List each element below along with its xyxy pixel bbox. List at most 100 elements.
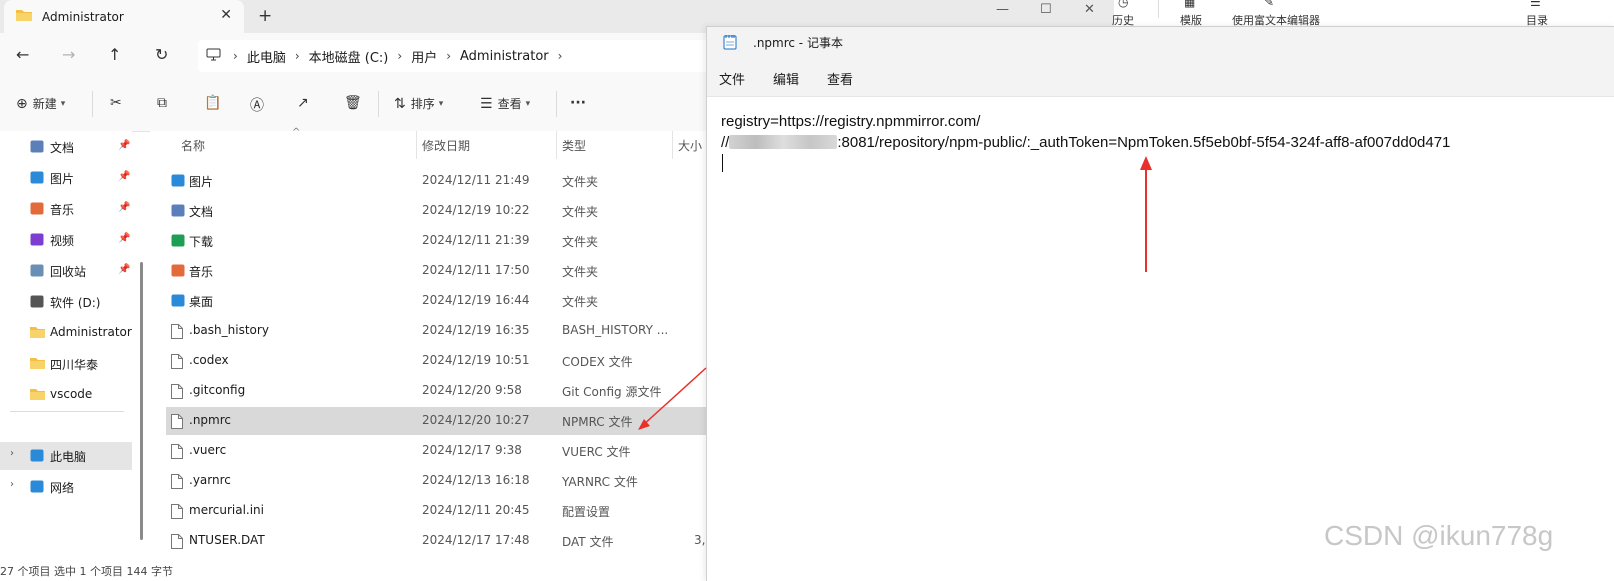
address-bar[interactable]: › 此电脑 › 本地磁盘 (C:) › 用户 › Administrator › [198,40,718,72]
tab-administrator[interactable]: Administrator ✕ [4,0,244,33]
ribbon-divider [1158,0,1159,18]
folder-icon [171,264,185,281]
minimize-icon[interactable]: — [996,2,1009,17]
text-line-auth-token: //:8081/repository/npm-public/:_authToke… [721,134,1450,151]
file-type: DAT 文件 [562,535,614,549]
sidebar-item[interactable]: › 网络 [0,473,132,501]
breadcrumb-administrator[interactable]: Administrator [460,49,549,64]
file-type: NPMRC 文件 [562,415,633,429]
column-header-type[interactable]: 类型 [562,137,586,154]
status-bar: 27 个项目 选中 1 个项目 144 字节 [0,565,173,578]
chevron-right-icon[interactable]: › [10,479,14,490]
sidebar-item[interactable]: vscode [0,381,132,409]
template-icon: ▦ [1184,0,1196,9]
sidebar-item[interactable]: 音乐 📌 [0,195,132,223]
delete-icon[interactable]: 🗑 [344,95,362,111]
chevron-right-icon[interactable]: › [10,448,14,459]
file-type: BASH_HISTORY ... [562,323,669,337]
notepad-menu-bar: 文件 编辑 查看 [707,58,1614,97]
table-row[interactable]: .codex 2024/12/19 10:51 CODEX 文件 [166,347,706,375]
table-row[interactable]: 图片 2024/12/11 21:49 文件夹 [166,167,706,195]
new-tab-button[interactable]: + [258,6,272,26]
forward-arrow-icon[interactable]: → [62,45,75,64]
column-divider[interactable] [556,131,557,159]
view-list-icon: ☰ [480,95,493,112]
drive-icon [30,295,44,312]
back-arrow-icon[interactable]: ← [16,45,29,64]
table-row[interactable]: .npmrc 2024/12/20 10:27 NPMRC 文件 [166,407,706,435]
sidebar-item[interactable]: › 此电脑 [0,442,132,470]
paste-icon[interactable]: 📋 [204,95,221,111]
pin-icon: 📌 [118,233,131,244]
file-date: 2024/12/20 10:27 [422,413,530,427]
menu-file[interactable]: 文件 [719,69,745,88]
file-icon [171,504,183,523]
table-row[interactable]: 音乐 2024/12/11 17:50 文件夹 [166,257,706,285]
refresh-icon[interactable]: ↻ [155,45,168,64]
close-window-icon[interactable]: ✕ [1084,2,1095,17]
file-date: 2024/12/11 17:50 [422,263,530,277]
breadcrumb-users[interactable]: 用户 [411,47,437,66]
folder-icon [16,8,32,25]
chevron-right-icon: › [294,49,300,63]
tab-title: Administrator [42,9,124,24]
pin-icon: 📌 [118,264,131,275]
folder-icon [30,326,45,342]
sidebar-item[interactable]: 回收站 📌 [0,257,132,285]
chevron-right-icon: › [397,49,403,63]
table-row[interactable]: .yarnrc 2024/12/13 16:18 YARNRC 文件 [166,467,706,495]
table-row[interactable]: mercurial.ini 2024/12/11 20:45 配置设置 [166,497,706,525]
text-caret [722,154,723,172]
menu-view[interactable]: 查看 [827,69,853,88]
share-icon[interactable]: ↗ [297,95,309,111]
table-row[interactable]: NTUSER.DAT 2024/12/17 17:48 DAT 文件 3,5 [166,527,713,555]
close-tab-icon[interactable]: ✕ [220,7,232,23]
file-icon [171,324,183,343]
sidebar-item-label: 视频 [50,234,75,248]
folder-icon [30,388,45,404]
table-row[interactable]: .bash_history 2024/12/19 16:35 BASH_HISTOR… [166,317,706,345]
cut-icon[interactable]: ✂ [110,95,122,111]
sidebar-item[interactable]: 软件 (D:) [0,288,132,316]
breadcrumb-local-disk[interactable]: 本地磁盘 (C:) [309,47,389,66]
table-row[interactable]: 下载 2024/12/11 21:39 文件夹 [166,227,706,255]
sidebar-item[interactable]: Administrator [0,319,132,347]
file-date: 2024/12/19 10:22 [422,203,530,217]
file-date: 2024/12/20 9:58 [422,383,522,397]
column-divider[interactable] [416,131,417,159]
file-name: .gitconfig [189,383,246,397]
maximize-icon[interactable]: ☐ [1040,2,1052,17]
table-row[interactable]: .vuerc 2024/12/17 9:38 VUERC 文件 [166,437,706,465]
file-name: 音乐 [189,265,214,279]
table-row[interactable]: .gitconfig 2024/12/20 9:58 Git Config 源文件 [166,377,706,405]
copy-icon[interactable]: ⧉ [157,95,167,111]
sidebar-item[interactable]: 图片 📌 [0,164,132,192]
file-icon [171,474,183,493]
sidebar-item[interactable]: 视频 📌 [0,226,132,254]
sidebar-item[interactable]: 四川华泰 [0,350,132,378]
up-arrow-icon[interactable]: ↑ [108,45,121,64]
table-row[interactable]: 桌面 2024/12/19 16:44 文件夹 [166,287,706,315]
column-header-date[interactable]: 修改日期 [422,137,470,154]
menu-edit[interactable]: 编辑 [773,69,799,88]
breadcrumb-this-pc[interactable]: 此电脑 [247,47,286,66]
new-button[interactable]: ⊕ 新建 ▾ [16,95,65,112]
table-row[interactable]: 文档 2024/12/19 10:22 文件夹 [166,197,706,225]
sidebar-item[interactable]: 文档 📌 [0,133,132,161]
sort-button[interactable]: ⇅ 排序 ▾ [394,95,443,112]
file-name: NTUSER.DAT [189,533,265,547]
notepad-text-area[interactable]: registry=https://registry.npmmirror.com/… [707,97,1614,581]
file-name: 桌面 [189,295,214,309]
column-header-name[interactable]: 名称 [181,137,205,154]
file-name: .vuerc [189,443,227,457]
folder-icon [171,204,185,221]
column-divider[interactable] [672,131,673,159]
sidebar-item-label: 图片 [50,172,75,186]
toc-icon: ☰ [1530,0,1541,9]
sidebar-item-label: 四川华泰 [50,358,99,372]
column-header-size[interactable]: 大小 [678,137,702,154]
sidebar-scrollbar[interactable] [140,262,143,540]
view-button[interactable]: ☰ 查看 ▾ [480,95,530,112]
rename-icon[interactable]: Ⓐ [250,95,264,115]
more-options-icon[interactable]: ··· [570,95,586,111]
